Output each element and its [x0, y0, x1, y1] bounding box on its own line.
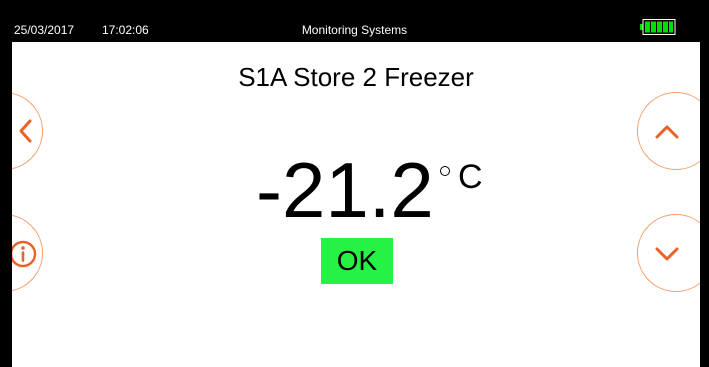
device-name: S1A Store 2 Freezer: [238, 62, 474, 92]
screen-border-left: [0, 0, 12, 367]
status-bar: 25/03/2017 17:02:06 Monitoring Systems: [0, 0, 709, 42]
temperature-unit: C: [458, 158, 483, 196]
chevron-left-icon: [19, 119, 32, 143]
main-panel: S1A Store 2 Freezer -21.2 C OK: [12, 42, 700, 367]
info-button[interactable]: [12, 214, 43, 292]
degree-symbol: [440, 166, 450, 176]
battery-icon: [640, 19, 676, 35]
screen-border-right: [700, 0, 709, 367]
chevron-down-icon: [655, 247, 679, 261]
scroll-up-button[interactable]: [637, 92, 700, 170]
chevron-up-icon: [655, 125, 679, 139]
info-icon: [12, 240, 37, 268]
status-badge: OK: [321, 238, 393, 284]
back-button[interactable]: [12, 92, 43, 170]
app-title: Monitoring Systems: [301, 23, 408, 37]
temperature-value: -21.2: [256, 146, 434, 234]
scroll-down-button[interactable]: [637, 214, 700, 292]
device-screen: 25/03/2017 17:02:06 Monitoring Systems S…: [0, 0, 709, 367]
